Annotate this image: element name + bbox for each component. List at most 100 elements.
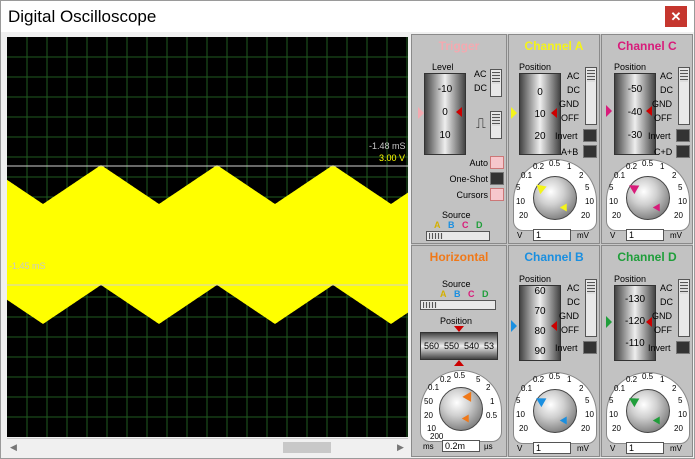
- scale-label: 10: [678, 197, 687, 206]
- position-marker-bottom-icon: [454, 360, 464, 366]
- scroll-thumb[interactable]: [283, 442, 331, 453]
- horizontal-timebase-knob[interactable]: 0.5 0.2 0.1 50 20 10 5 2 1 0.5 200 ms 0.…: [420, 370, 502, 452]
- scale-label: 5: [609, 183, 614, 192]
- channel-c-sum-label: C+D: [654, 147, 673, 157]
- h-source-c-label: C: [468, 289, 475, 299]
- scale-label: 0.5: [642, 372, 654, 381]
- channel-d-coupling-switch[interactable]: [678, 279, 690, 337]
- source-d-label: D: [476, 220, 483, 230]
- channel-b-gnd-label: GND: [559, 311, 579, 321]
- tick-label: 10: [439, 130, 451, 141]
- channel-b-volts-knob[interactable]: 0.2 0.5 1 2 5 10 20 0.1 5 10 20 V 1 mV: [513, 372, 597, 456]
- channel-c-unit-right: mV: [670, 231, 682, 240]
- horizontal-scrollbar[interactable]: ◀ ▶: [7, 438, 408, 456]
- channel-c-ac-label: AC: [660, 71, 673, 81]
- channel-c-off-label: OFF: [654, 113, 672, 123]
- auto-button[interactable]: [490, 156, 504, 169]
- channel-a-sum-label: A+B: [561, 147, 579, 157]
- scale-label: 10: [516, 197, 525, 206]
- cursor-top-volts: 3.00 V: [379, 153, 406, 163]
- scale-label: 2: [672, 384, 677, 393]
- scale-label: 1: [660, 375, 665, 384]
- cursors-label: Cursors: [456, 190, 488, 200]
- cursor-top-time: -1.48 mS: [369, 141, 406, 151]
- channel-a-volts-field[interactable]: 1: [533, 229, 571, 241]
- scroll-left-icon[interactable]: ◀: [10, 442, 17, 453]
- channel-d-section: Channel D Position -130 -120 -110 AC DC …: [601, 245, 693, 457]
- scale-label: 10: [585, 197, 594, 206]
- channel-d-unit-left: V: [610, 444, 616, 453]
- channel-d-volts-field[interactable]: 1: [626, 442, 664, 454]
- channel-b-coupling-switch[interactable]: [585, 279, 597, 337]
- channel-b-volts-field[interactable]: 1: [533, 442, 571, 454]
- scale-label: 5: [516, 183, 521, 192]
- horizontal-position-control[interactable]: 560 550 540 53: [420, 332, 498, 360]
- channel-a-coupling-switch[interactable]: [585, 67, 597, 125]
- tick-label: -130: [624, 294, 645, 305]
- trigger-coupling-switch[interactable]: [490, 69, 502, 97]
- channel-b-marker-right-icon: [551, 321, 557, 331]
- h-source-a-label: A: [440, 289, 447, 299]
- channel-d-volts-knob[interactable]: 0.2 0.5 1 2 5 10 20 0.1 5 10 20 V 1 mV: [606, 372, 690, 456]
- trigger-section: Trigger Level -10 0 10 AC DC ⎍ Auto One-…: [411, 34, 507, 244]
- channel-b-marker-icon: [511, 320, 517, 332]
- horizontal-source-slider[interactable]: [420, 300, 496, 310]
- scale-label: 20: [519, 211, 528, 220]
- channel-a-gnd-label: GND: [559, 99, 579, 109]
- trigger-edge-switch[interactable]: [490, 111, 502, 139]
- close-button[interactable]: ✕: [665, 6, 687, 27]
- channel-c-coupling-switch[interactable]: [678, 67, 690, 125]
- tick-label: 540: [464, 341, 480, 351]
- channel-c-invert-label: Invert: [648, 131, 671, 141]
- one-shot-button[interactable]: [490, 172, 504, 185]
- channel-d-invert-button[interactable]: [676, 341, 690, 354]
- control-panel: Trigger Level -10 0 10 AC DC ⎍ Auto One-…: [411, 34, 693, 457]
- h-source-b-label: B: [454, 289, 461, 299]
- scale-label: 20: [519, 424, 528, 433]
- channel-c-invert-button[interactable]: [676, 129, 690, 142]
- channel-b-position-label: Position: [519, 274, 552, 284]
- channel-c-gnd-label: GND: [652, 99, 672, 109]
- timebase-value-field[interactable]: 0.2m: [442, 440, 480, 452]
- channel-a-invert-button[interactable]: [583, 129, 597, 142]
- scale-label: 5: [585, 396, 590, 405]
- channel-c-volts-field[interactable]: 1: [626, 229, 664, 241]
- channel-a-ac-label: AC: [567, 71, 580, 81]
- channel-b-section: Channel B Position 60 70 80 90 AC DC GND…: [508, 245, 600, 457]
- channel-d-unit-right: mV: [670, 444, 682, 453]
- trigger-ac-label: AC: [474, 69, 487, 79]
- scale-label: 2: [579, 171, 584, 180]
- trigger-source-slider[interactable]: [426, 231, 490, 241]
- channel-b-invert-button[interactable]: [583, 341, 597, 354]
- scroll-right-icon[interactable]: ▶: [397, 442, 404, 453]
- scale-label: 5: [678, 183, 683, 192]
- channel-b-dc-label: DC: [567, 297, 580, 307]
- window-title: Digital Oscilloscope: [8, 7, 157, 26]
- source-b-label: B: [448, 220, 455, 230]
- scale-label: 1: [567, 162, 572, 171]
- scale-label: 2: [672, 171, 677, 180]
- scale-label: 0.2: [533, 375, 545, 384]
- channel-b-ac-label: AC: [567, 283, 580, 293]
- channel-d-gnd-label: GND: [652, 311, 672, 321]
- channel-b-off-label: OFF: [561, 325, 579, 335]
- scale-label: 20: [581, 211, 590, 220]
- one-shot-label: One-Shot: [449, 174, 488, 184]
- cursor-bottom-volts: -3.00: [9, 273, 30, 283]
- scale-label: 0.1: [614, 171, 626, 180]
- scale-label: 10: [585, 410, 594, 419]
- tick-label: -10: [437, 84, 453, 95]
- cursors-button[interactable]: [490, 188, 504, 201]
- channel-d-off-label: OFF: [654, 325, 672, 335]
- channel-c-volts-knob[interactable]: 0.2 0.5 1 2 5 10 20 0.1 5 10 20 V 1 mV: [606, 159, 690, 243]
- tick-label: 0: [537, 87, 543, 98]
- trigger-title: Trigger: [438, 39, 480, 53]
- channel-d-ac-label: AC: [660, 283, 673, 293]
- waveform-display: [7, 37, 408, 437]
- horizontal-position-label: Position: [440, 316, 473, 326]
- channel-a-sum-button[interactable]: [583, 145, 597, 158]
- scale-label: 10: [609, 410, 618, 419]
- channel-a-volts-knob[interactable]: 0.2 0.5 1 2 5 10 20 0.1 5 10 20 V 1 mV: [513, 159, 597, 243]
- scale-label: 5: [516, 396, 521, 405]
- channel-c-sum-button[interactable]: [676, 145, 690, 158]
